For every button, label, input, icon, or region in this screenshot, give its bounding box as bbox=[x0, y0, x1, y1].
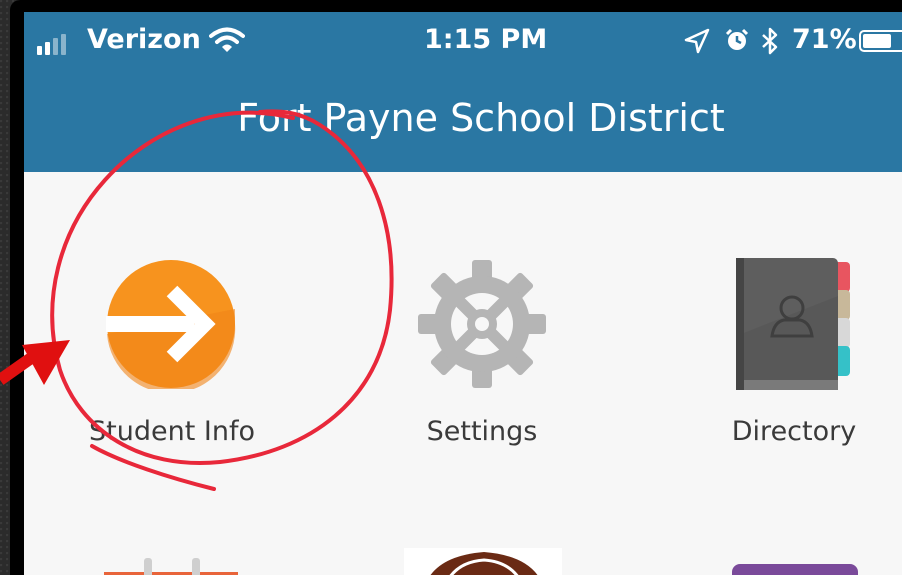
header-bar: Fort Payne School District bbox=[24, 70, 902, 172]
address-book-icon bbox=[736, 258, 850, 390]
bluetooth-icon bbox=[762, 27, 778, 55]
arrow-right-circle-icon bbox=[106, 260, 236, 389]
wifi-icon bbox=[209, 27, 245, 52]
clock: 1:15 PM bbox=[424, 24, 548, 55]
tile-label-settings: Settings bbox=[426, 416, 538, 447]
signal-icon bbox=[37, 33, 66, 55]
tile-label-student-info: Student Info bbox=[89, 416, 255, 447]
football-icon[interactable] bbox=[404, 548, 562, 575]
tile-label-directory: Directory bbox=[731, 416, 857, 447]
status-bar: Verizon 1:15 PM 71% bbox=[24, 12, 902, 70]
purple-tile-icon[interactable] bbox=[732, 564, 858, 575]
carrier-label: Verizon bbox=[87, 24, 201, 55]
battery-icon bbox=[859, 30, 902, 52]
location-icon bbox=[684, 28, 710, 54]
alarm-icon bbox=[725, 28, 749, 50]
gear-icon bbox=[418, 260, 546, 388]
battery-percent: 71% bbox=[792, 24, 857, 55]
page-title: Fort Payne School District bbox=[237, 96, 725, 140]
app-screen: Verizon 1:15 PM 71% Fort Payne School Di… bbox=[24, 12, 902, 575]
calendar-icon[interactable] bbox=[104, 554, 238, 575]
